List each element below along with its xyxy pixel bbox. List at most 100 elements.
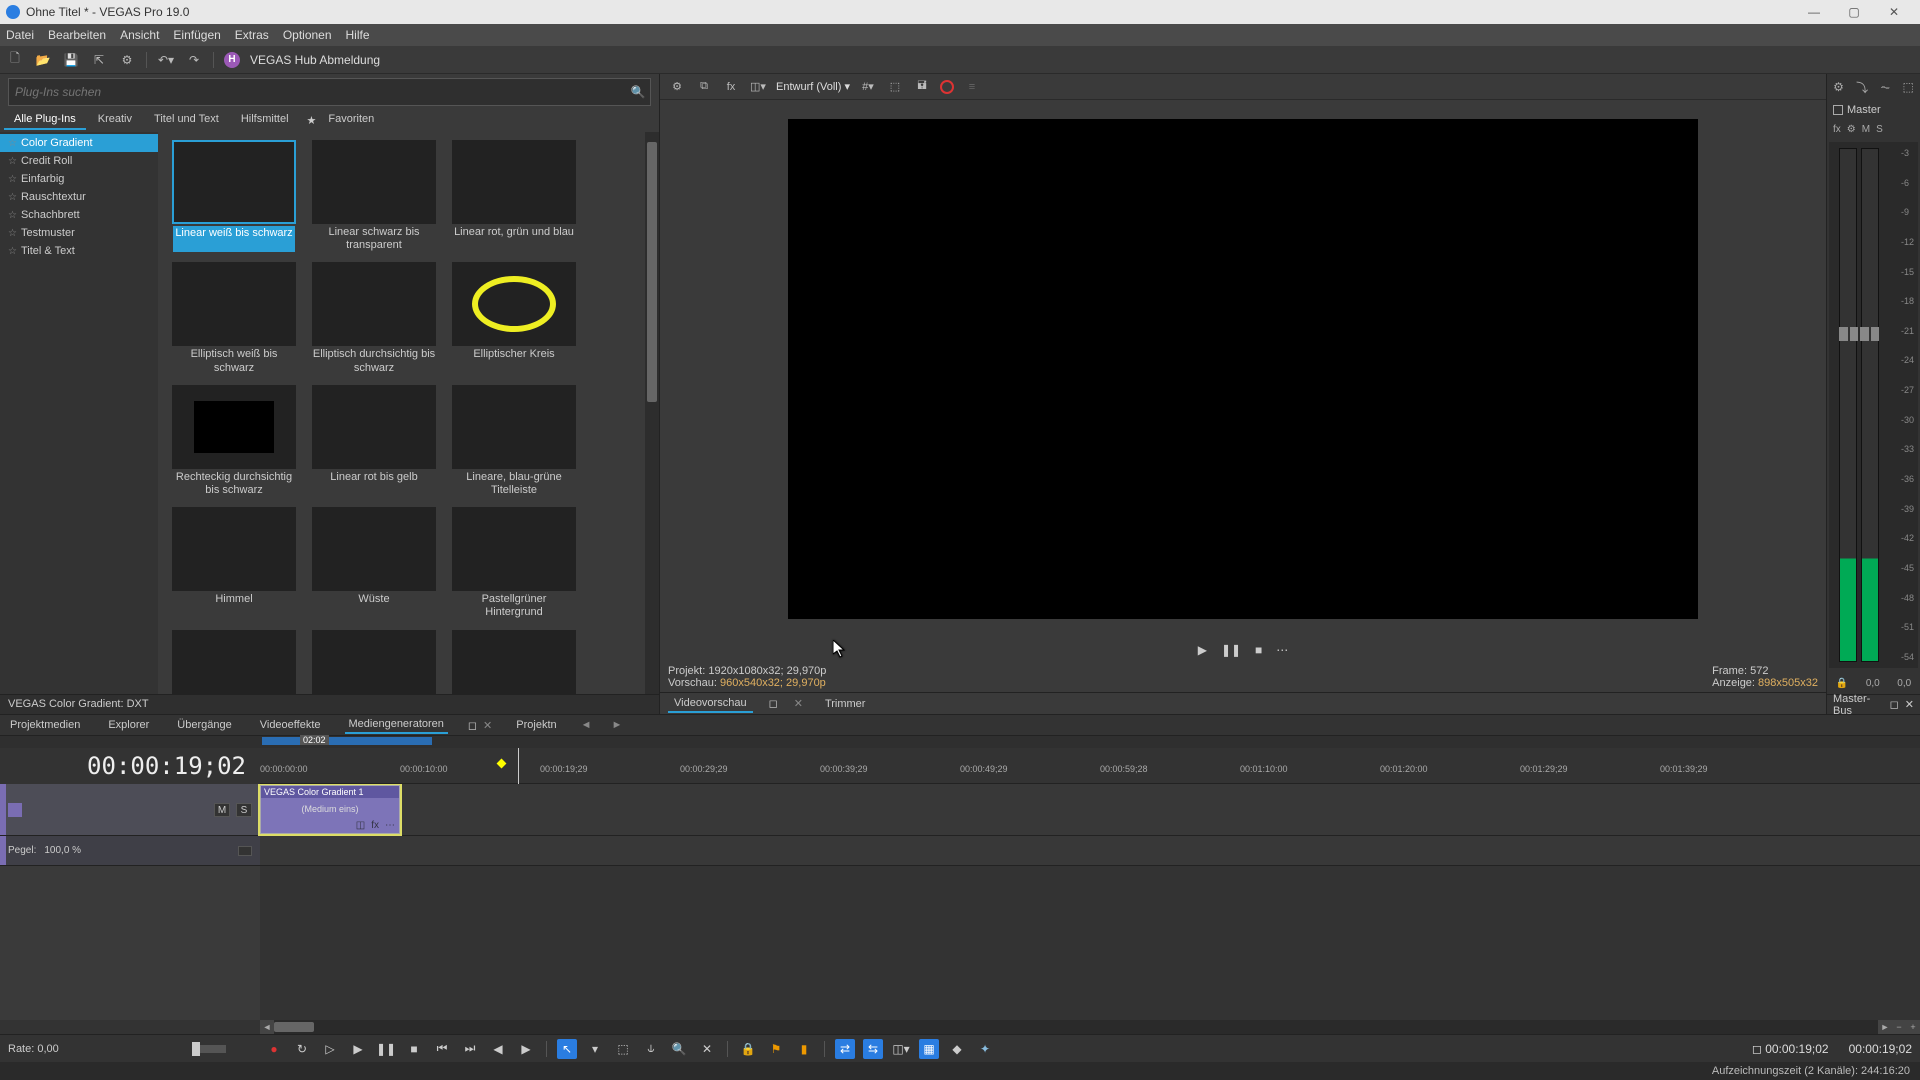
pause-icon[interactable]: ❚❚	[1221, 643, 1241, 657]
list-icon[interactable]: ≡	[963, 78, 981, 96]
scroll-right-icon[interactable]: ►	[612, 719, 623, 731]
edit-tool-button[interactable]: ↖	[557, 1039, 577, 1059]
preset-item[interactable]: Linear weiß bis schwarz	[170, 140, 298, 252]
plugin-tab-favorites[interactable]: Favoriten	[318, 110, 384, 130]
plugin-tab[interactable]: Alle Plug-Ins	[4, 110, 86, 130]
next-frame-button[interactable]: ▶	[516, 1039, 536, 1059]
track-lane[interactable]: VEGAS Color Gradient 1 (Medium eins) ◫ f…	[260, 784, 1920, 836]
tab-project-media[interactable]: Projektmedien	[6, 717, 84, 733]
play-button[interactable]: ▶	[348, 1039, 368, 1059]
preset-item[interactable]: Linear rot, grün und blau	[450, 140, 578, 252]
cut-button[interactable]: ✕	[697, 1039, 717, 1059]
menu-item[interactable]: Hilfe	[346, 28, 370, 42]
close-icon[interactable]: ✕	[1905, 698, 1914, 711]
tool-dropdown[interactable]: ▾	[585, 1039, 605, 1059]
close-button[interactable]: ✕	[1874, 0, 1914, 24]
mute-button[interactable]: M	[214, 803, 230, 817]
selection-tool-button[interactable]: ⬚	[613, 1039, 633, 1059]
preset-item[interactable]	[310, 630, 438, 695]
timeline-scrollbar[interactable]: ◄ ► − +	[260, 1020, 1920, 1034]
gear-icon[interactable]: ⚙	[668, 78, 686, 96]
solo-button[interactable]: S	[1876, 124, 1883, 135]
close-tab-icon[interactable]: ✕	[794, 697, 803, 710]
menu-item[interactable]: Bearbeiten	[48, 28, 106, 42]
tree-item[interactable]: ☆Titel & Text	[0, 242, 158, 260]
preset-item[interactable]: Elliptischer Kreis	[450, 262, 578, 374]
plugin-tab[interactable]: Hilfsmittel	[231, 110, 299, 130]
tab-video-fx[interactable]: Videoeffekte	[256, 717, 325, 733]
timecode-display[interactable]: 00:00:19;02	[0, 748, 260, 784]
play-icon[interactable]: ▶	[1198, 643, 1207, 657]
quantize-button[interactable]: ▦	[919, 1039, 939, 1059]
slider-knob[interactable]	[192, 1042, 200, 1056]
stop-button[interactable]: ■	[404, 1039, 424, 1059]
preset-item[interactable]: Linear schwarz bis transparent	[310, 140, 438, 252]
pin-icon[interactable]: ◻	[769, 697, 778, 710]
overlay-icon[interactable]: ⬚	[886, 78, 904, 96]
insert-icon[interactable]: ⤵	[1856, 79, 1868, 96]
new-icon[interactable]: 🗋	[6, 51, 24, 69]
undo-icon[interactable]: ↶▾	[157, 51, 175, 69]
scrollbar-thumb[interactable]	[647, 142, 657, 402]
open-icon[interactable]: 📂	[34, 51, 52, 69]
rate-slider[interactable]	[196, 1045, 226, 1053]
tab-media-generators[interactable]: Mediengeneratoren	[345, 716, 448, 734]
master-bus-tab[interactable]: Master-Bus◻✕	[1827, 694, 1920, 714]
checkbox-icon[interactable]	[1833, 105, 1843, 115]
magnify-button[interactable]: 🔍	[669, 1039, 689, 1059]
pause-button[interactable]: ❚❚	[376, 1039, 396, 1059]
menu-item[interactable]: Ansicht	[120, 28, 159, 42]
preset-item[interactable]: Himmel	[170, 507, 298, 619]
lock-icon[interactable]: 🔒	[1836, 678, 1848, 689]
snap-dropdown[interactable]: ◫▾	[891, 1039, 911, 1059]
track-lane[interactable]	[260, 836, 1920, 866]
meter-icon[interactable]: ⏦	[1880, 80, 1890, 95]
lock-button[interactable]: 🔒	[738, 1039, 758, 1059]
ripple-button[interactable]: ⇄	[835, 1039, 855, 1059]
preset-item[interactable]: Pastellgrüner Hintergrund	[450, 507, 578, 619]
menu-item[interactable]: Extras	[235, 28, 269, 42]
crop-icon[interactable]: ◫	[356, 820, 365, 831]
loop-button[interactable]: ↻	[292, 1039, 312, 1059]
preset-item[interactable]	[450, 630, 578, 695]
preset-item[interactable]: Elliptisch weiß bis schwarz	[170, 262, 298, 374]
gear-icon[interactable]: ⚙	[1833, 80, 1844, 94]
stop-icon[interactable]: ■	[1255, 643, 1262, 657]
track-lanes[interactable]: VEGAS Color Gradient 1 (Medium eins) ◫ f…	[260, 784, 1920, 1020]
go-start-button[interactable]: ⏮	[432, 1039, 452, 1059]
tab-explorer[interactable]: Explorer	[104, 717, 153, 733]
plugin-tab[interactable]: Kreativ	[88, 110, 142, 130]
track-header[interactable]: M S	[0, 784, 260, 836]
cog-icon[interactable]: ⚙	[1847, 124, 1856, 135]
marker-button[interactable]: ⚑	[766, 1039, 786, 1059]
menu-item[interactable]: Optionen	[283, 28, 332, 42]
tree-item[interactable]: ☆Testmuster	[0, 224, 158, 242]
region-button[interactable]: ▮	[794, 1039, 814, 1059]
scroll-left-icon[interactable]: ◄	[260, 1020, 274, 1034]
loop-region[interactable]	[262, 737, 432, 745]
play-start-button[interactable]: ▷	[320, 1039, 340, 1059]
go-end-button[interactable]: ⏭	[460, 1039, 480, 1059]
dim-icon[interactable]: ⬚	[1903, 80, 1914, 94]
snapshot-icon[interactable]: 🖬	[913, 78, 931, 96]
vertical-scrollbar[interactable]	[645, 132, 659, 694]
minimize-button[interactable]: ―	[1794, 0, 1834, 24]
scrollbar-thumb[interactable]	[274, 1022, 314, 1032]
tree-item[interactable]: ☆Color Gradient	[0, 134, 158, 152]
automation-icon[interactable]	[238, 846, 252, 856]
render-icon[interactable]: ⇱	[90, 51, 108, 69]
prev-frame-button[interactable]: ◀	[488, 1039, 508, 1059]
fx-icon[interactable]: fx	[371, 820, 379, 831]
pin-icon[interactable]: ◻	[1890, 698, 1899, 711]
record-indicator-icon[interactable]	[940, 80, 954, 94]
tree-item[interactable]: ☆Rauschtextur	[0, 188, 158, 206]
fx-icon[interactable]: fx	[722, 78, 740, 96]
search-icon[interactable]: 🔍	[626, 85, 650, 99]
tree-item[interactable]: ☆Einfarbig	[0, 170, 158, 188]
tab-project-notes[interactable]: Projektn	[512, 717, 560, 733]
color-button[interactable]: ✦	[975, 1039, 995, 1059]
zoom-out-icon[interactable]: −	[1892, 1020, 1906, 1034]
record-button[interactable]: ●	[264, 1039, 284, 1059]
preset-item[interactable]: Wüste	[310, 507, 438, 619]
tree-item[interactable]: ☆Credit Roll	[0, 152, 158, 170]
